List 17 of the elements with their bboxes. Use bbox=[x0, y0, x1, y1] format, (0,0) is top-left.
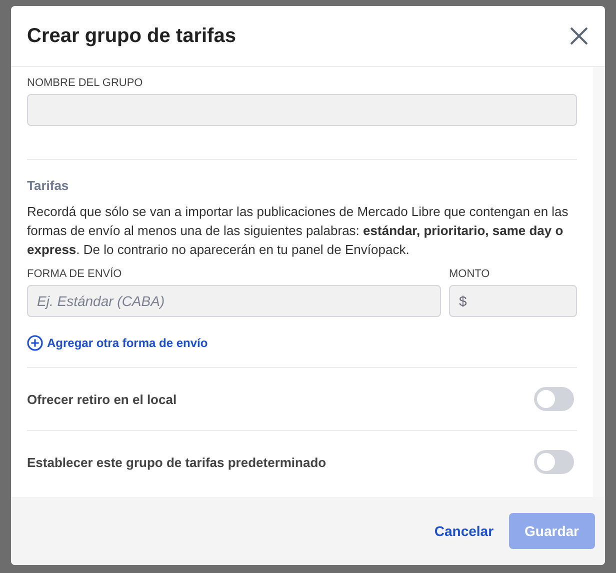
cancel-button[interactable]: Cancelar bbox=[434, 523, 494, 539]
switch-label: Ofrecer retiro en el local bbox=[27, 392, 177, 406]
plus-circle-icon bbox=[27, 335, 43, 351]
switch-label: Establecer este grupo de tarifas predeterminado bbox=[27, 454, 326, 470]
group-name-field[interactable] bbox=[27, 94, 577, 126]
notice-text: Recordá que sólo se van a importar las publicaciones de Mercado Libre que contengan en las formas de envío al menos una de las siguientes palabras: estándar, prioritario, same day o express. De lo contrario no aparecerán en tu panel de Envíopack. bbox=[27, 203, 570, 259]
shipping-method-field[interactable]: Ej. Estándar (CABA) bbox=[27, 285, 441, 317]
toggle-switch[interactable] bbox=[534, 450, 574, 474]
field-label: MONTO bbox=[449, 268, 491, 280]
add-shipping-link[interactable]: Agregar otra forma de envío bbox=[27, 335, 577, 351]
amount-field[interactable]: $ bbox=[449, 285, 577, 317]
close-icon[interactable] bbox=[569, 26, 589, 46]
toggle-switch[interactable] bbox=[534, 387, 574, 411]
dialog-title: Crear grupo de tarifas bbox=[27, 24, 236, 48]
section-heading: Tarifas bbox=[27, 178, 70, 193]
field-label: NOMBRE DEL GRUPO bbox=[27, 77, 144, 89]
field-label: FORMA DE ENVÍO bbox=[27, 268, 123, 280]
